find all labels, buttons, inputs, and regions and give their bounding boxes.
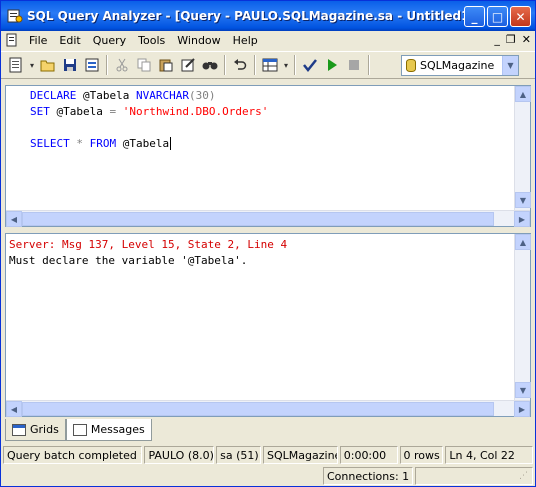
maximize-button[interactable]: □	[487, 6, 508, 27]
code-line: SET @Tabela = 'Northwind.DBO.Orders'	[30, 105, 269, 118]
status-empty	[415, 467, 533, 485]
editor-horizontal-scrollbar[interactable]: ◀ ▶	[6, 210, 530, 227]
status-bar: Query batch completed with PAULO (8.0) s…	[3, 446, 534, 464]
tab-grids-label: Grids	[30, 423, 59, 436]
scroll-down-icon[interactable]: ▼	[515, 192, 531, 208]
scroll-left-icon[interactable]: ◀	[6, 211, 22, 227]
tab-grids[interactable]: Grids	[5, 419, 66, 441]
query-editor[interactable]: DECLARE @Tabela NVARCHAR(30) SET @Tabela …	[5, 85, 531, 227]
code-line: DECLARE @Tabela NVARCHAR(30)	[30, 89, 216, 102]
scroll-track[interactable]	[494, 401, 514, 416]
results-horizontal-scrollbar[interactable]: ◀ ▶	[6, 400, 530, 417]
scroll-right-icon[interactable]: ▶	[514, 401, 530, 417]
clear-window-icon[interactable]	[177, 54, 199, 76]
parse-icon[interactable]	[299, 54, 321, 76]
menu-window[interactable]: Window	[171, 34, 226, 47]
toolbar-separator	[368, 55, 370, 75]
chevron-down-icon[interactable]: ▾	[281, 54, 291, 76]
results-mode-icon[interactable]	[259, 54, 281, 76]
query-text[interactable]: DECLARE @Tabela NVARCHAR(30) SET @Tabela …	[30, 88, 268, 152]
scroll-thumb[interactable]	[22, 402, 494, 416]
menu-help[interactable]: Help	[227, 34, 264, 47]
text-cursor	[170, 137, 172, 150]
status-position: Ln 4, Col 22	[445, 446, 534, 464]
scroll-track[interactable]	[494, 211, 514, 226]
scroll-track[interactable]	[515, 102, 530, 192]
scroll-right-icon[interactable]: ▶	[514, 211, 530, 227]
stop-icon	[343, 54, 365, 76]
execute-icon[interactable]	[321, 54, 343, 76]
paste-icon[interactable]	[155, 54, 177, 76]
toolbar-separator	[254, 55, 256, 75]
scroll-up-icon[interactable]: ▲	[515, 86, 531, 102]
save-icon[interactable]	[59, 54, 81, 76]
status-bar-connections: Connections: 1 ⋰	[3, 467, 533, 485]
database-select[interactable]: SQLMagazine ▼	[401, 55, 519, 76]
status-user: sa (51)	[216, 446, 262, 464]
query-analyzer-window: SQL Query Analyzer - [Query - PAULO.SQLM…	[0, 0, 536, 487]
open-icon[interactable]	[37, 54, 59, 76]
code-line: SELECT * FROM @Tabela	[30, 137, 172, 150]
scroll-down-icon[interactable]: ▼	[515, 382, 531, 398]
results-pane[interactable]: Server: Msg 137, Level 15, State 2, Line…	[5, 233, 531, 417]
status-server: PAULO (8.0)	[144, 446, 215, 464]
title-bar[interactable]: SQL Query Analyzer - [Query - PAULO.SQLM…	[1, 1, 535, 31]
status-spacer	[3, 467, 321, 485]
toolbar-separator	[294, 55, 296, 75]
window-title: SQL Query Analyzer - [Query - PAULO.SQLM…	[27, 9, 482, 23]
scroll-left-icon[interactable]: ◀	[6, 401, 22, 417]
new-query-icon[interactable]	[5, 54, 27, 76]
toolbar-separator	[224, 55, 226, 75]
tab-messages[interactable]: Messages	[65, 419, 152, 441]
messages-icon	[72, 423, 87, 436]
find-icon[interactable]	[199, 54, 221, 76]
menu-edit[interactable]: Edit	[53, 34, 86, 47]
status-message: Query batch completed with	[3, 446, 143, 464]
grid-icon	[12, 423, 26, 436]
mdi-close-button[interactable]: ✕	[522, 33, 531, 46]
info-message: Must declare the variable '@Tabela'.	[9, 254, 248, 267]
results-tabs: Grids Messages	[5, 419, 152, 441]
resize-grip-icon[interactable]: ⋰	[519, 471, 531, 483]
scroll-track[interactable]	[515, 250, 530, 382]
copy-icon[interactable]	[133, 54, 155, 76]
toolbar-separator	[106, 55, 108, 75]
mdi-minimize-button[interactable]: _	[494, 33, 500, 46]
close-button[interactable]: ✕	[510, 6, 531, 27]
scroll-up-icon[interactable]: ▲	[515, 234, 531, 250]
messages-text[interactable]: Server: Msg 137, Level 15, State 2, Line…	[9, 237, 287, 269]
status-rows: 0 rows	[399, 446, 444, 464]
scroll-thumb[interactable]	[22, 212, 494, 226]
error-message: Server: Msg 137, Level 15, State 2, Line…	[9, 238, 288, 251]
results-vertical-scrollbar[interactable]: ▲ ▼	[514, 234, 531, 400]
editor-vertical-scrollbar[interactable]: ▲ ▼	[514, 86, 531, 210]
status-connections: Connections: 1	[323, 467, 413, 485]
toolbar: ▾ ▾ SQLMagazine ▼	[1, 51, 535, 79]
menu-query[interactable]: Query	[87, 34, 132, 47]
menu-tools[interactable]: Tools	[132, 34, 171, 47]
undo-icon[interactable]	[229, 54, 251, 76]
cut-icon[interactable]	[111, 54, 133, 76]
mdi-restore-button[interactable]: ❐	[506, 33, 516, 46]
chevron-down-icon[interactable]: ▾	[27, 54, 37, 76]
database-select-value: SQLMagazine	[420, 59, 495, 72]
menu-bar: File Edit Query Tools Window Help _ ❐ ✕	[1, 31, 535, 49]
chevron-down-icon[interactable]: ▼	[502, 56, 518, 75]
menu-file[interactable]: File	[23, 34, 53, 47]
status-elapsed: 0:00:00	[339, 446, 398, 464]
document-icon[interactable]	[5, 33, 19, 47]
tab-messages-label: Messages	[90, 423, 145, 436]
database-icon	[406, 59, 416, 72]
load-script-icon[interactable]	[81, 54, 103, 76]
query-analyzer-app-icon[interactable]	[7, 8, 23, 24]
status-database: SQLMagazine	[263, 446, 338, 464]
minimize-button[interactable]: _	[464, 6, 485, 27]
